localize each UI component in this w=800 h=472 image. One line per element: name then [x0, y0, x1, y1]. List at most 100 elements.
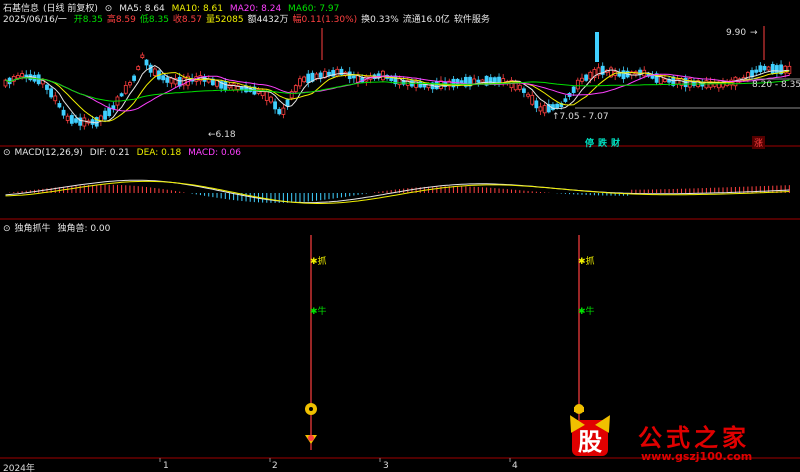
candle-body — [302, 76, 307, 83]
candle-body — [223, 80, 228, 91]
macd-icon[interactable]: ⊙ — [3, 148, 11, 158]
candle-body — [318, 72, 323, 78]
candle-body — [476, 79, 481, 83]
x-axis-tick-3: 3 — [383, 461, 389, 471]
x-axis-tick-4: 4 — [512, 461, 518, 471]
indicator-header: ⊙ 独角抓牛 独角兽: 0.00 — [3, 221, 114, 234]
candle-body — [269, 96, 273, 103]
candle-body — [766, 66, 771, 71]
candle-body — [57, 103, 62, 108]
level-price-label: 8.20 - 8.35 — [752, 80, 800, 90]
candle-body — [497, 76, 501, 84]
chart-canvas[interactable] — [0, 0, 800, 472]
candle-body — [119, 93, 124, 97]
candle-body — [663, 78, 667, 83]
signal-bull-label-1: ✱牛 — [310, 307, 327, 317]
candle-body — [327, 71, 331, 76]
indicator-title[interactable]: 独角抓牛 — [15, 224, 51, 234]
event-badges[interactable]: 停跌财 — [585, 136, 624, 149]
x-axis-year: 2024年 — [3, 464, 35, 472]
macd-header: ⊙ MACD(12,26,9) DIF: 0.21 DEA: 0.18 MACD:… — [3, 148, 245, 158]
candle-body — [351, 75, 356, 79]
candle-body — [335, 68, 340, 77]
candle-body — [534, 100, 539, 109]
signal-bull-label-2: ✱牛 — [578, 307, 595, 317]
candle-body — [140, 54, 145, 58]
unicorn-value: 独角兽: 0.00 — [57, 224, 111, 234]
candle-body — [285, 99, 290, 107]
badge-rise[interactable]: 涨 — [752, 136, 766, 149]
candle-body — [762, 65, 767, 71]
dea-value: DEA: 0.18 — [136, 148, 182, 158]
candle-body — [45, 84, 49, 90]
candle-body — [277, 108, 282, 115]
candle-body — [571, 86, 576, 93]
candle-body — [687, 78, 692, 88]
candle-body — [165, 77, 170, 83]
candle-body — [314, 73, 319, 79]
watermark-url: www.gszj100.com — [641, 450, 753, 463]
candle-body — [264, 91, 269, 101]
watermark-logo: 股 — [563, 411, 617, 460]
candle-body — [273, 101, 277, 110]
candle-body — [526, 93, 530, 97]
candle-body — [434, 81, 439, 90]
candle-body — [538, 106, 543, 112]
signal-grab-label-2: ✱抓 — [578, 257, 595, 267]
candle-body — [128, 82, 132, 86]
macd-title[interactable]: MACD(12,26,9) — [15, 148, 83, 158]
candle-body — [298, 78, 302, 87]
indicator-icon[interactable]: ⊙ — [3, 224, 11, 234]
candle-body — [82, 117, 87, 127]
range-price-label: ↑7.05 - 7.07 — [552, 112, 609, 122]
candle-body — [770, 63, 775, 74]
candle-body — [103, 110, 107, 120]
candle-body — [472, 78, 477, 85]
candle-body — [575, 79, 580, 90]
candle-body — [580, 77, 584, 82]
badge-drop[interactable]: 跌 — [598, 139, 607, 149]
badge-halt[interactable]: 停 — [585, 139, 594, 149]
candle-body — [107, 107, 112, 117]
candle-body — [152, 68, 157, 76]
candle-body — [775, 65, 779, 73]
badge-finance[interactable]: 财 — [611, 139, 620, 149]
candle-body — [555, 103, 559, 109]
candle-body — [49, 88, 54, 98]
candle-body — [787, 65, 792, 74]
candle-body — [132, 75, 136, 81]
candle-body — [563, 98, 568, 102]
macd-value: MACD: 0.06 — [188, 148, 242, 158]
candle-body — [239, 86, 244, 90]
candle-body — [69, 115, 74, 124]
smile-face-eye — [309, 407, 313, 411]
candle-body — [161, 75, 166, 81]
x-axis-tick-2: 2 — [272, 461, 278, 471]
candle-body — [111, 105, 116, 110]
candle-body — [517, 84, 522, 90]
x-axis-tick-1: 1 — [163, 461, 169, 471]
candle-body — [65, 115, 70, 121]
candle-body — [522, 88, 526, 93]
candle-body — [588, 71, 593, 80]
dif-line — [5, 179, 790, 204]
dif-value: DIF: 0.21 — [89, 148, 130, 158]
candle-body — [74, 118, 78, 123]
candle-body — [584, 74, 589, 81]
logo-glyph: 股 — [578, 427, 602, 456]
candle-body — [426, 83, 431, 89]
low-price-label: ←6.18 — [208, 130, 236, 140]
stock-chart-window: 石基信息 (日线 前复权) ⊙ MA5: 8.64 MA10: 8.61 MA20… — [0, 0, 800, 472]
candle-body — [144, 59, 149, 66]
candle-body — [621, 70, 626, 80]
candle-body — [169, 77, 174, 84]
candle-body — [20, 73, 24, 78]
candle-body — [754, 69, 759, 73]
watermark-text: 公式之家 — [638, 423, 750, 452]
candle-body — [480, 79, 485, 83]
candle-body — [542, 105, 547, 114]
candle-body — [758, 65, 763, 73]
price-spike — [595, 32, 599, 62]
candle-body — [53, 95, 58, 102]
high-price-label: 9.90 → — [726, 28, 758, 38]
